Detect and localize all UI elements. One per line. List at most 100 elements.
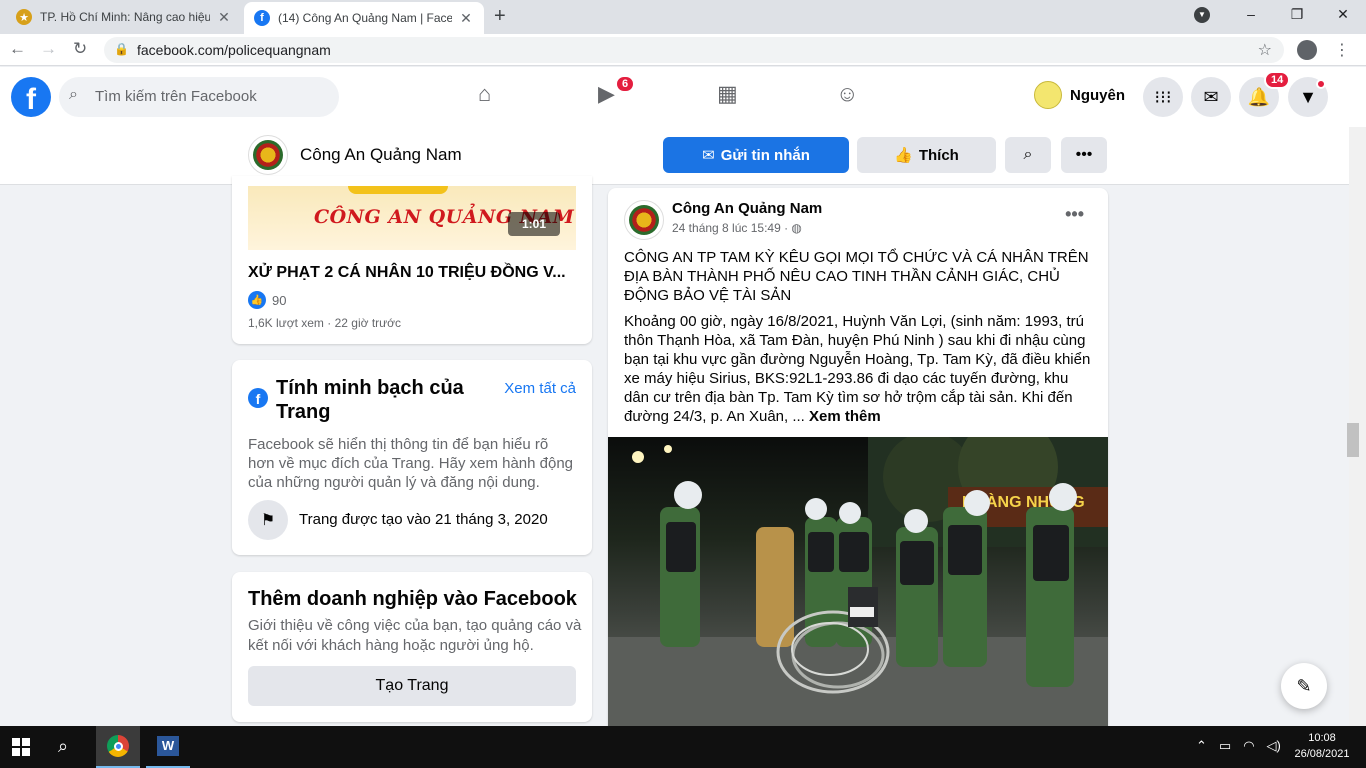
taskbar-search-icon[interactable]: ⌕ bbox=[58, 736, 68, 757]
notifications-badge: 14 bbox=[1264, 71, 1291, 89]
page-header-bar: Công An Quảng Nam ✉ Gửi tin nhắn 👍 Thích… bbox=[0, 127, 1366, 185]
post-card: Công An Quảng Nam 24 tháng 8 lúc 15:49 ·… bbox=[608, 188, 1108, 728]
windows-start-icon[interactable] bbox=[12, 738, 30, 756]
minimize-button[interactable]: – bbox=[1228, 0, 1274, 30]
post-time-text: 24 tháng 8 lúc 15:49 · bbox=[672, 221, 792, 235]
search-icon: ⌕ bbox=[69, 86, 78, 103]
page-created-date: Trang được tạo vào 21 tháng 3, 2020 bbox=[299, 511, 548, 528]
word-logo-icon: W bbox=[157, 736, 179, 756]
account-alert-dot bbox=[1316, 79, 1326, 89]
tab-close-icon[interactable]: ✕ bbox=[458, 10, 474, 27]
tab-title: (14) Công An Quảng Nam | Faceb bbox=[278, 11, 452, 25]
marketplace-icon[interactable]: ▦ bbox=[717, 81, 738, 107]
close-window-button[interactable]: ✕ bbox=[1320, 0, 1366, 30]
post-photo[interactable]: HOÀNG NHUNG bbox=[608, 437, 1108, 728]
taskbar-clock[interactable]: 10:08 26/08/2021 bbox=[1290, 730, 1354, 762]
watch-icon[interactable]: ▶ bbox=[598, 81, 615, 107]
post-headline: CÔNG AN TP TAM KỲ KÊU GỌI MỌI TỔ CHỨC VÀ… bbox=[624, 249, 1089, 304]
like-count: 90 bbox=[272, 292, 287, 308]
windows-taskbar: ⌕ W ⌃ ▭ ◠ ◁) 10:08 26/08/2021 bbox=[0, 726, 1366, 768]
system-tray: ⌃ ▭ ◠ ◁) bbox=[1196, 738, 1281, 754]
video-thumbnail[interactable]: CÔNG AN QUẢNG NAM 1:01 bbox=[248, 186, 576, 250]
flag-icon: ⚑ bbox=[248, 500, 288, 540]
forward-arrow-icon[interactable]: → bbox=[40, 39, 57, 59]
video-duration: 1:01 bbox=[507, 212, 560, 236]
tab-close-icon[interactable]: ✕ bbox=[216, 9, 232, 26]
police-emblem-icon bbox=[629, 205, 659, 235]
back-arrow-icon[interactable]: ← bbox=[9, 39, 26, 59]
reload-icon[interactable]: ↻ bbox=[73, 39, 87, 59]
chrome-logo-icon bbox=[107, 735, 129, 757]
post-body: Khoảng 00 giờ, ngày 16/8/2021, Huỳnh Văn… bbox=[624, 312, 1094, 426]
see-more-link[interactable]: Xem thêm bbox=[809, 408, 881, 425]
battery-icon[interactable]: ▭ bbox=[1219, 738, 1231, 754]
post-author[interactable]: Công An Quảng Nam bbox=[672, 200, 822, 217]
facebook-logo[interactable]: f bbox=[11, 77, 51, 117]
facebook-top-nav: f ⌕ Tìm kiếm trên Facebook ⌂ ▶ 6 ▦ ☺ Ngu… bbox=[0, 67, 1366, 127]
create-page-button[interactable]: Tạo Trang bbox=[248, 666, 576, 706]
restore-button[interactable]: ❐ bbox=[1274, 0, 1320, 30]
messenger-icon[interactable]: ✉ bbox=[1191, 77, 1231, 117]
tray-chevron-icon[interactable]: ⌃ bbox=[1196, 738, 1207, 754]
like-page-button[interactable]: 👍 Thích bbox=[857, 137, 996, 173]
browser-tab-strip: ★ TP. Hồ Chí Minh: Nâng cao hiệu q ✕ f (… bbox=[0, 0, 1366, 34]
new-message-compose-button[interactable]: ✎ bbox=[1281, 663, 1327, 709]
add-business-card: Thêm doanh nghiệp vào Facebook Giới thiệ… bbox=[232, 572, 592, 722]
url-text[interactable]: facebook.com/policequangnam bbox=[137, 42, 331, 58]
video-card: CÔNG AN QUẢNG NAM 1:01 XỬ PHẠT 2 CÁ NHÂN… bbox=[232, 176, 592, 344]
lock-icon[interactable]: 🔒 bbox=[114, 42, 129, 56]
transparency-title: Tính minh bạch của Trang bbox=[276, 377, 464, 423]
video-title[interactable]: XỬ PHẠT 2 CÁ NHÂN 10 TRIỆU ĐỒNG V... bbox=[248, 264, 566, 282]
post-photo-scene: HOÀNG NHUNG bbox=[608, 437, 1108, 728]
search-icon: ⌕ bbox=[1023, 146, 1033, 163]
video-meta: 1,6K lượt xem · 22 giờ trước bbox=[248, 316, 402, 330]
new-tab-button[interactable]: + bbox=[494, 5, 506, 28]
volume-icon[interactable]: ◁) bbox=[1267, 738, 1281, 754]
scrollbar-thumb[interactable] bbox=[1347, 423, 1359, 457]
page-name[interactable]: Công An Quảng Nam bbox=[300, 145, 462, 165]
facebook-search-input[interactable]: ⌕ Tìm kiếm trên Facebook bbox=[59, 77, 339, 117]
watch-badge: 6 bbox=[615, 75, 636, 93]
home-icon[interactable]: ⌂ bbox=[478, 81, 491, 107]
page-search-button[interactable]: ⌕ bbox=[1005, 137, 1051, 173]
bookmark-star-icon[interactable]: ☆ bbox=[1258, 40, 1272, 60]
post-options-icon[interactable]: ••• bbox=[1065, 204, 1084, 225]
window-controls: – ❐ ✕ bbox=[1228, 0, 1366, 30]
user-name: Nguyên bbox=[1070, 86, 1126, 104]
business-description: Giới thiệu về công việc của bạn, tạo quả… bbox=[248, 617, 582, 654]
clock-time: 10:08 bbox=[1308, 732, 1336, 744]
tab-favicon-icon: ★ bbox=[16, 9, 32, 25]
browser-tab[interactable]: ★ TP. Hồ Chí Minh: Nâng cao hiệu q ✕ bbox=[6, 0, 242, 34]
globe-icon: ◍ bbox=[791, 221, 802, 235]
post-timestamp[interactable]: 24 tháng 8 lúc 15:49 · ◍ bbox=[672, 221, 802, 235]
page-avatar[interactable] bbox=[248, 135, 288, 175]
page-more-button[interactable]: ••• bbox=[1061, 137, 1107, 173]
business-title: Thêm doanh nghiệp vào Facebook bbox=[248, 588, 577, 610]
compose-icon: ✎ bbox=[1296, 675, 1312, 696]
send-message-button[interactable]: ✉ Gửi tin nhắn bbox=[663, 137, 849, 173]
search-placeholder: Tìm kiếm trên Facebook bbox=[95, 88, 257, 105]
post-author-avatar[interactable] bbox=[624, 200, 664, 240]
user-profile-chip[interactable]: Nguyên bbox=[1034, 81, 1125, 109]
profile-icon[interactable] bbox=[1297, 40, 1317, 60]
thumbnail-banner bbox=[348, 186, 448, 194]
groups-icon[interactable]: ☺ bbox=[836, 81, 858, 107]
browser-toolbar: ← → ↻ 🔒 facebook.com/policequangnam ☆ bbox=[0, 34, 1366, 66]
clock-date: 26/08/2021 bbox=[1294, 748, 1350, 760]
browser-tab-active[interactable]: f (14) Công An Quảng Nam | Faceb ✕ bbox=[244, 2, 484, 34]
chrome-taskbar-icon[interactable] bbox=[96, 726, 140, 768]
see-all-link[interactable]: Xem tất cả bbox=[504, 380, 576, 397]
browser-menu-icon[interactable]: ⋮ bbox=[1334, 40, 1350, 60]
facebook-favicon-icon: f bbox=[254, 10, 270, 26]
like-reaction-icon: 👍 bbox=[248, 291, 266, 309]
video-reactions[interactable]: 👍 90 bbox=[248, 291, 286, 309]
word-taskbar-icon[interactable]: W bbox=[146, 726, 190, 768]
wifi-icon[interactable]: ◠ bbox=[1243, 738, 1254, 754]
messenger-icon: ✉ bbox=[702, 147, 715, 164]
avatar bbox=[1034, 81, 1062, 109]
thumbs-up-icon: 👍 bbox=[894, 147, 913, 164]
more-dots-icon: ••• bbox=[1075, 146, 1093, 163]
menu-grid-icon[interactable]: ⁝⁝⁝ bbox=[1143, 77, 1183, 117]
address-bar[interactable]: 🔒 facebook.com/policequangnam ☆ bbox=[104, 37, 1284, 63]
tab-search-icon[interactable]: ▼ bbox=[1194, 7, 1210, 23]
